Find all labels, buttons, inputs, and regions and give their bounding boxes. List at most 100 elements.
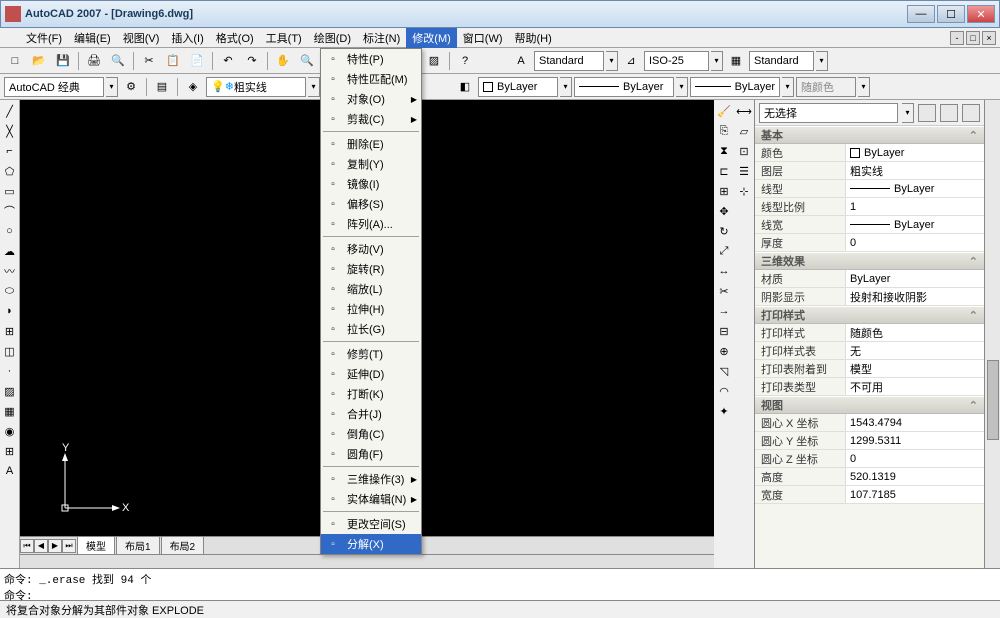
selection-filter[interactable]: 无选择 — [759, 103, 898, 123]
tab-last-icon[interactable]: ⏭ — [62, 539, 76, 553]
chamfer-icon[interactable]: ◹ — [715, 362, 733, 380]
property-row[interactable]: 打印表类型不可用 — [755, 378, 984, 396]
menu-item[interactable]: ▫拉伸(H) — [321, 299, 421, 319]
table-icon[interactable]: ⊞ — [1, 442, 19, 460]
property-value[interactable]: 1 — [845, 198, 984, 215]
spline-icon[interactable]: 〰 — [1, 262, 19, 280]
menu-item[interactable]: ▫特性(P) — [321, 49, 421, 69]
save-icon[interactable]: 💾 — [52, 50, 74, 72]
menu-item[interactable]: ▫三维操作(3)▶ — [321, 469, 421, 489]
dropdown-icon[interactable]: ▾ — [606, 51, 618, 71]
explode-icon[interactable]: ✦ — [715, 402, 733, 420]
point-icon[interactable]: · — [1, 362, 19, 380]
distance-icon[interactable]: ⟷ — [735, 102, 753, 120]
layout-tab[interactable]: 布局1 — [116, 536, 160, 555]
fillet-icon[interactable]: ◠ — [715, 382, 733, 400]
array-icon[interactable]: ⊞ — [715, 182, 733, 200]
menu-item[interactable]: ▫打断(K) — [321, 384, 421, 404]
property-group-header[interactable]: 视图⌃ — [755, 396, 984, 414]
property-row[interactable]: 线型ByLayer — [755, 180, 984, 198]
minimize-button[interactable]: — — [907, 5, 935, 23]
open-icon[interactable]: 📂 — [28, 50, 50, 72]
menu-item[interactable]: ▫剪裁(C)▶ — [321, 109, 421, 129]
mdi-close[interactable]: × — [982, 31, 996, 45]
menu-1[interactable]: 编辑(E) — [68, 28, 117, 48]
dim-style-select[interactable]: ISO-25 — [644, 51, 709, 71]
dropdown-icon[interactable]: ▾ — [782, 77, 794, 97]
tab-prev-icon[interactable]: ◀ — [34, 539, 48, 553]
menu-item[interactable]: ▫拉长(G) — [321, 319, 421, 339]
property-value[interactable]: 1543.4794 — [845, 414, 984, 431]
menu-item[interactable]: ▫特性匹配(M) — [321, 69, 421, 89]
copy-obj-icon[interactable]: ⎘ — [715, 122, 733, 140]
property-value[interactable]: 0 — [845, 450, 984, 467]
copy-icon[interactable]: 📋 — [162, 50, 184, 72]
paste-icon[interactable]: 📄 — [186, 50, 208, 72]
dropdown-icon[interactable]: ▾ — [308, 77, 320, 97]
locate-point-icon[interactable]: ⊹ — [735, 182, 753, 200]
xline-icon[interactable]: ╳ — [1, 122, 19, 140]
tablestyle-icon[interactable]: ▦ — [725, 50, 747, 72]
menu-item[interactable]: ▫合并(J) — [321, 404, 421, 424]
command-line[interactable]: 命令: _.erase 找到 94 个 命令: — [0, 568, 1000, 600]
property-row[interactable]: 高度520.1319 — [755, 468, 984, 486]
dropdown-icon[interactable]: ▾ — [676, 77, 688, 97]
move-icon[interactable]: ✥ — [715, 202, 733, 220]
property-value[interactable]: 投射和接收阴影 — [845, 288, 984, 305]
menu-3[interactable]: 插入(I) — [165, 28, 209, 48]
menu-6[interactable]: 绘图(D) — [308, 28, 357, 48]
property-value[interactable]: 随颜色 — [845, 324, 984, 341]
maximize-button[interactable]: ☐ — [937, 5, 965, 23]
property-row[interactable]: 圆心 Z 坐标0 — [755, 450, 984, 468]
close-button[interactable]: ✕ — [967, 5, 995, 23]
menu-item[interactable]: ▫镜像(I) — [321, 174, 421, 194]
menu-item[interactable]: ▫复制(Y) — [321, 154, 421, 174]
property-value[interactable]: 粗实线 — [845, 162, 984, 179]
property-value[interactable]: 模型 — [845, 360, 984, 377]
property-row[interactable]: 圆心 Y 坐标1299.5311 — [755, 432, 984, 450]
redo-icon[interactable]: ↷ — [241, 50, 263, 72]
textstyle-icon[interactable]: A — [510, 50, 532, 72]
property-row[interactable]: 阴影显示投射和接收阴影 — [755, 288, 984, 306]
menu-item[interactable]: ▫对象(O)▶ — [321, 89, 421, 109]
scrollbar-thumb[interactable] — [987, 360, 999, 440]
print-icon[interactable]: 🖨 — [83, 50, 105, 72]
erase-icon[interactable]: 🧹 — [715, 102, 733, 120]
workspace-select[interactable]: AutoCAD 经典 — [4, 77, 104, 97]
dropdown-icon[interactable]: ▾ — [902, 103, 914, 123]
lineweight-select[interactable]: ByLayer — [690, 77, 780, 97]
cut-icon[interactable]: ✂ — [138, 50, 160, 72]
menu-item[interactable]: ▫更改空间(S) — [321, 514, 421, 534]
ellipse-arc-icon[interactable]: ◗ — [1, 302, 19, 320]
dimstyle-icon[interactable]: ⊿ — [620, 50, 642, 72]
property-row[interactable]: 材质ByLayer — [755, 270, 984, 288]
trim-icon[interactable]: ✂ — [715, 282, 733, 300]
circle-icon[interactable]: ○ — [1, 222, 19, 240]
layout-tab[interactable]: 模型 — [77, 536, 115, 555]
pan-icon[interactable]: ✋ — [272, 50, 294, 72]
workspace-settings-icon[interactable]: ⚙ — [120, 76, 142, 98]
mirror-icon[interactable]: ⧗ — [715, 142, 733, 160]
dropdown-icon[interactable]: ▾ — [816, 51, 828, 71]
menu-item[interactable]: ▫实体编辑(N)▶ — [321, 489, 421, 509]
region-icon[interactable]: ◉ — [1, 422, 19, 440]
property-row[interactable]: 圆心 X 坐标1543.4794 — [755, 414, 984, 432]
rotate-icon[interactable]: ↻ — [715, 222, 733, 240]
dropdown-icon[interactable]: ▾ — [711, 51, 723, 71]
mdi-minimize[interactable]: - — [950, 31, 964, 45]
property-value[interactable]: ByLayer — [845, 180, 984, 197]
layout-tab[interactable]: 布局2 — [161, 536, 205, 555]
calculator-icon[interactable]: ▨ — [423, 50, 445, 72]
rectangle-icon[interactable]: ▭ — [1, 182, 19, 200]
extend-icon[interactable]: → — [715, 302, 733, 320]
mtext-icon[interactable]: A — [1, 462, 19, 480]
polyline-icon[interactable]: ⌐ — [1, 142, 19, 160]
property-value[interactable]: ByLayer — [845, 270, 984, 287]
ellipse-icon[interactable]: ⬭ — [1, 282, 19, 300]
toggle-pickadd-icon[interactable] — [962, 104, 980, 122]
property-row[interactable]: 厚度0 — [755, 234, 984, 252]
property-value[interactable]: 520.1319 — [845, 468, 984, 485]
property-value[interactable]: 1299.5311 — [845, 432, 984, 449]
layer-props-icon[interactable]: ◈ — [182, 76, 204, 98]
menu-10[interactable]: 帮助(H) — [509, 28, 558, 48]
